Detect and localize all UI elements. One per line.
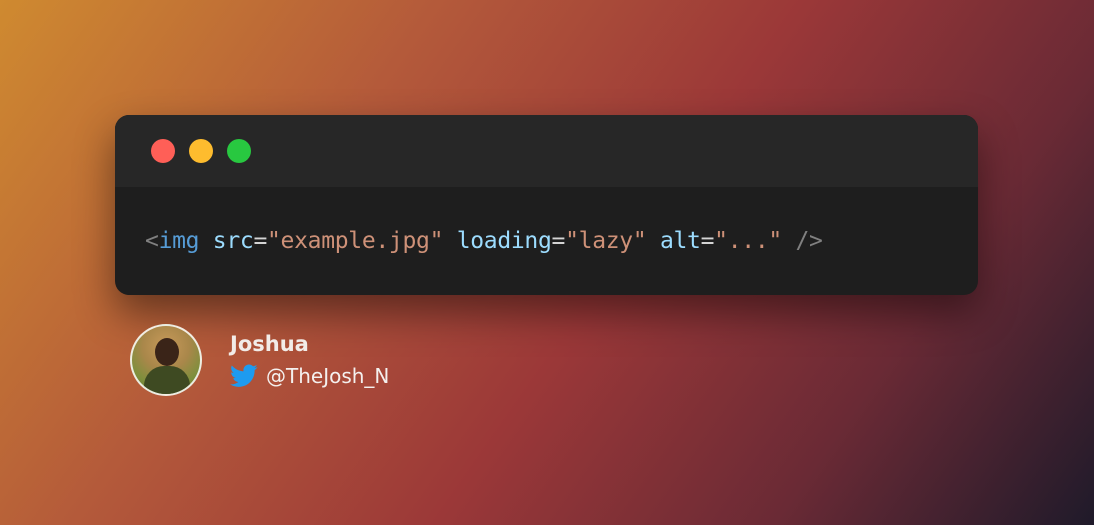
code-token: "..." xyxy=(714,228,782,254)
code-token: "example.jpg" xyxy=(267,228,444,254)
twitter-icon xyxy=(230,364,258,387)
window-titlebar xyxy=(115,115,978,187)
code-token: "lazy" xyxy=(565,228,647,254)
code-token: = xyxy=(253,228,267,254)
code-token: src xyxy=(212,228,254,254)
code-token: alt xyxy=(659,228,701,254)
author-handle-row[interactable]: @TheJosh_N xyxy=(230,362,389,390)
code-token: = xyxy=(551,228,566,254)
code-token: img xyxy=(158,228,200,254)
author-info: Joshua @TheJosh_N xyxy=(230,330,389,390)
close-window-button[interactable] xyxy=(151,139,175,163)
code-token: /> xyxy=(795,228,823,254)
avatar xyxy=(130,324,202,396)
code-window: < img src = "example.jpg" loading = "lazy" al… xyxy=(115,115,978,295)
code-token: loading xyxy=(456,228,552,254)
author-name: Joshua xyxy=(230,332,309,356)
code-token: = xyxy=(700,228,715,254)
maximize-window-button[interactable] xyxy=(227,139,251,163)
code-snippet: < img src = "example.jpg" loading = "lazy" al… xyxy=(145,187,958,295)
author-card: Joshua @TheJosh_N xyxy=(130,323,389,397)
minimize-window-button[interactable] xyxy=(189,139,213,163)
author-handle[interactable]: @TheJosh_N xyxy=(266,362,389,390)
code-token: < xyxy=(145,228,159,254)
